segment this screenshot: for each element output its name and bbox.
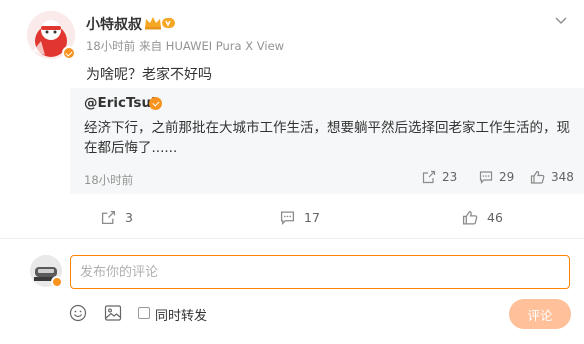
weibo-post: 小特叔叔 18小时前 来自 HUAWEI Pura X View 为啥呢？老家不好… [0, 0, 584, 344]
original-author[interactable]: @EricTsui [84, 95, 156, 111]
original-like-button[interactable]: 348 [530, 170, 574, 184]
comment-icon [479, 171, 493, 184]
also-repost-label[interactable]: 同时转发 [155, 305, 207, 324]
like-button[interactable]: 46 [462, 210, 503, 225]
submit-comment-button[interactable]: 评论 [509, 299, 571, 329]
repost-button[interactable]: 3 [101, 210, 133, 225]
like-count: 46 [487, 210, 503, 225]
repost-icon [101, 210, 116, 225]
repost-icon [422, 170, 436, 184]
original-comment-count: 29 [499, 170, 515, 184]
post-text: 为啥呢？老家不好吗 [86, 67, 212, 83]
author-name[interactable]: 小特叔叔 [86, 14, 142, 34]
original-time[interactable]: 18小时前 [84, 172, 133, 188]
chevron-down-icon[interactable] [554, 12, 568, 26]
comment-count: 17 [304, 210, 320, 225]
verified-badge-icon [62, 46, 76, 60]
divider [0, 238, 584, 239]
post-time[interactable]: 18小时前 [86, 39, 135, 53]
also-repost-checkbox[interactable] [138, 307, 150, 319]
original-like-count: 348 [551, 170, 574, 184]
image-icon[interactable] [104, 304, 122, 326]
original-repost-button[interactable]: 23 [422, 170, 457, 184]
like-icon [530, 170, 545, 184]
comment-button[interactable]: 17 [280, 210, 320, 225]
original-comment-button[interactable]: 29 [479, 170, 514, 184]
emoji-icon[interactable] [69, 304, 87, 326]
verified-badge-icon [51, 276, 63, 288]
comment-input[interactable] [70, 255, 570, 289]
post-meta: 18小时前 来自 HUAWEI Pura X View [86, 38, 284, 54]
original-text: 经济下行，之前那批在大城市工作生活，想要躺平然后选择回老家工作生活的，现在都后悔… [84, 120, 570, 156]
verified-badge-icon [149, 97, 162, 110]
original-repost-count: 23 [442, 170, 458, 184]
member-crown-icon[interactable] [144, 15, 176, 34]
post-source: 来自 HUAWEI Pura X View [139, 39, 285, 53]
comment-icon [280, 211, 295, 225]
like-icon [462, 210, 478, 225]
repost-count: 3 [125, 210, 133, 225]
reposted-original[interactable]: @EricTsui 经济下行，之前那批在大城市工作生活，想要躺平然后选择回老家工… [70, 88, 584, 194]
